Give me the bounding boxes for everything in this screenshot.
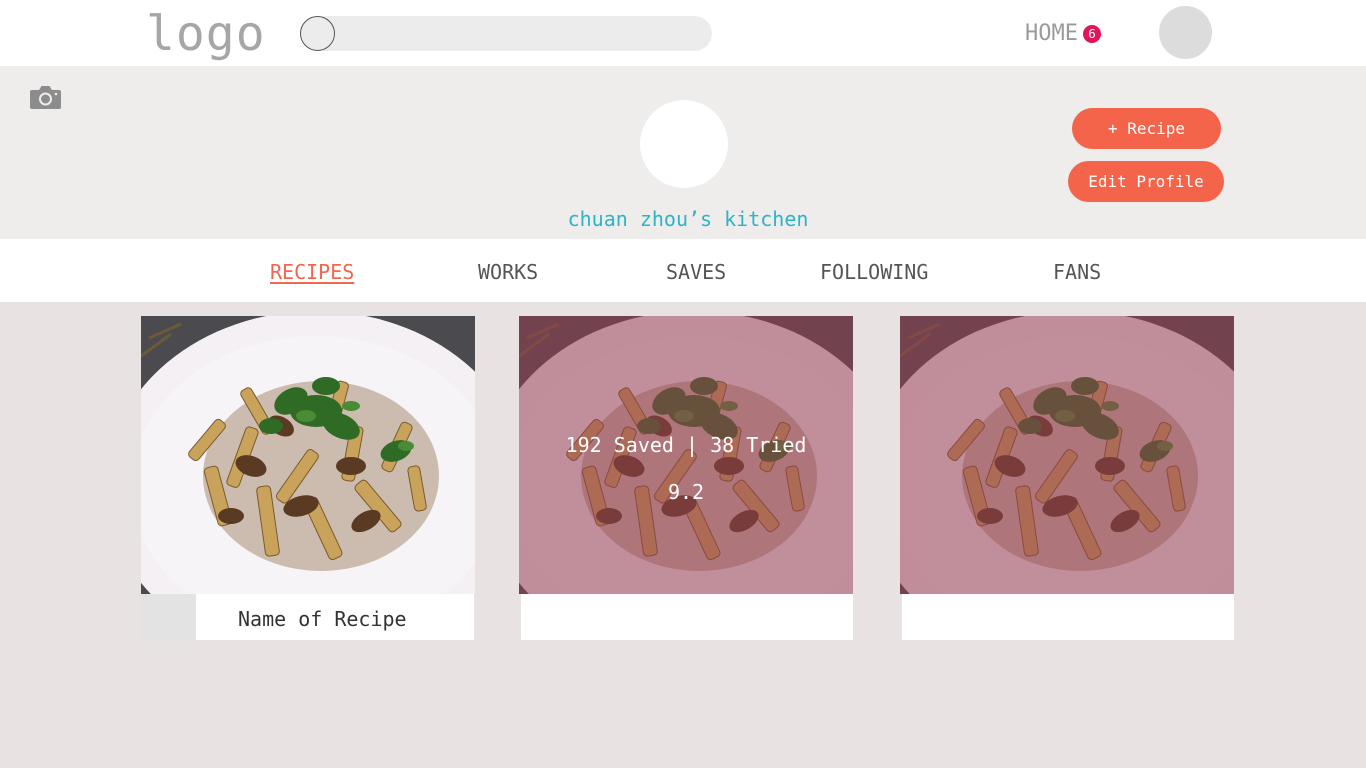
recipe-stats: 192 Saved | 38 Tried (565, 433, 807, 457)
tab-fans[interactable]: FANS (1053, 259, 1101, 285)
recipe-card-footer: Name of Recipe (141, 594, 474, 642)
recipe-card-footer (521, 594, 853, 640)
hover-overlay (900, 316, 1234, 594)
search-icon[interactable] (300, 16, 335, 51)
recipe-score: 9.2 (667, 480, 705, 504)
recipe-image[interactable] (141, 316, 475, 594)
top-bar: logo HOME 6 (0, 0, 1366, 66)
recipe-image[interactable]: 192 Saved | 38 Tried 9.2 (519, 316, 853, 594)
tab-following[interactable]: FOLLOWING (820, 259, 928, 285)
profile-avatar[interactable] (640, 100, 728, 188)
recipe-name[interactable]: Name of Recipe (238, 606, 407, 632)
edit-profile-button[interactable]: Edit Profile (1068, 161, 1224, 202)
tab-works[interactable]: WORKS (478, 259, 538, 285)
home-link[interactable]: HOME (1025, 20, 1078, 48)
recipe-card[interactable]: 192 Saved | 38 Tried 9.2 (519, 316, 853, 642)
search-input[interactable] (300, 16, 712, 51)
logo[interactable]: logo (146, 6, 266, 62)
profile-banner: chuan zhou’s kitchen + Recipe Edit Profi… (0, 66, 1366, 239)
kitchen-name: chuan zhou’s kitchen (567, 207, 809, 231)
notification-badge: 6 (1083, 25, 1101, 43)
user-avatar[interactable] (1159, 6, 1212, 59)
recipe-card[interactable]: Name of Recipe (141, 316, 475, 642)
tab-recipes[interactable]: RECIPES (270, 259, 354, 285)
profile-tabs: RECIPES WORKS SAVES FOLLOWING FANS (0, 239, 1366, 302)
recipe-image[interactable] (900, 316, 1234, 594)
add-recipe-button[interactable]: + Recipe (1072, 108, 1221, 149)
tab-saves[interactable]: SAVES (666, 259, 726, 285)
recipe-card-footer (902, 594, 1234, 640)
camera-icon[interactable] (29, 84, 62, 110)
recipe-card[interactable] (900, 316, 1234, 642)
author-thumbnail[interactable] (141, 594, 196, 642)
